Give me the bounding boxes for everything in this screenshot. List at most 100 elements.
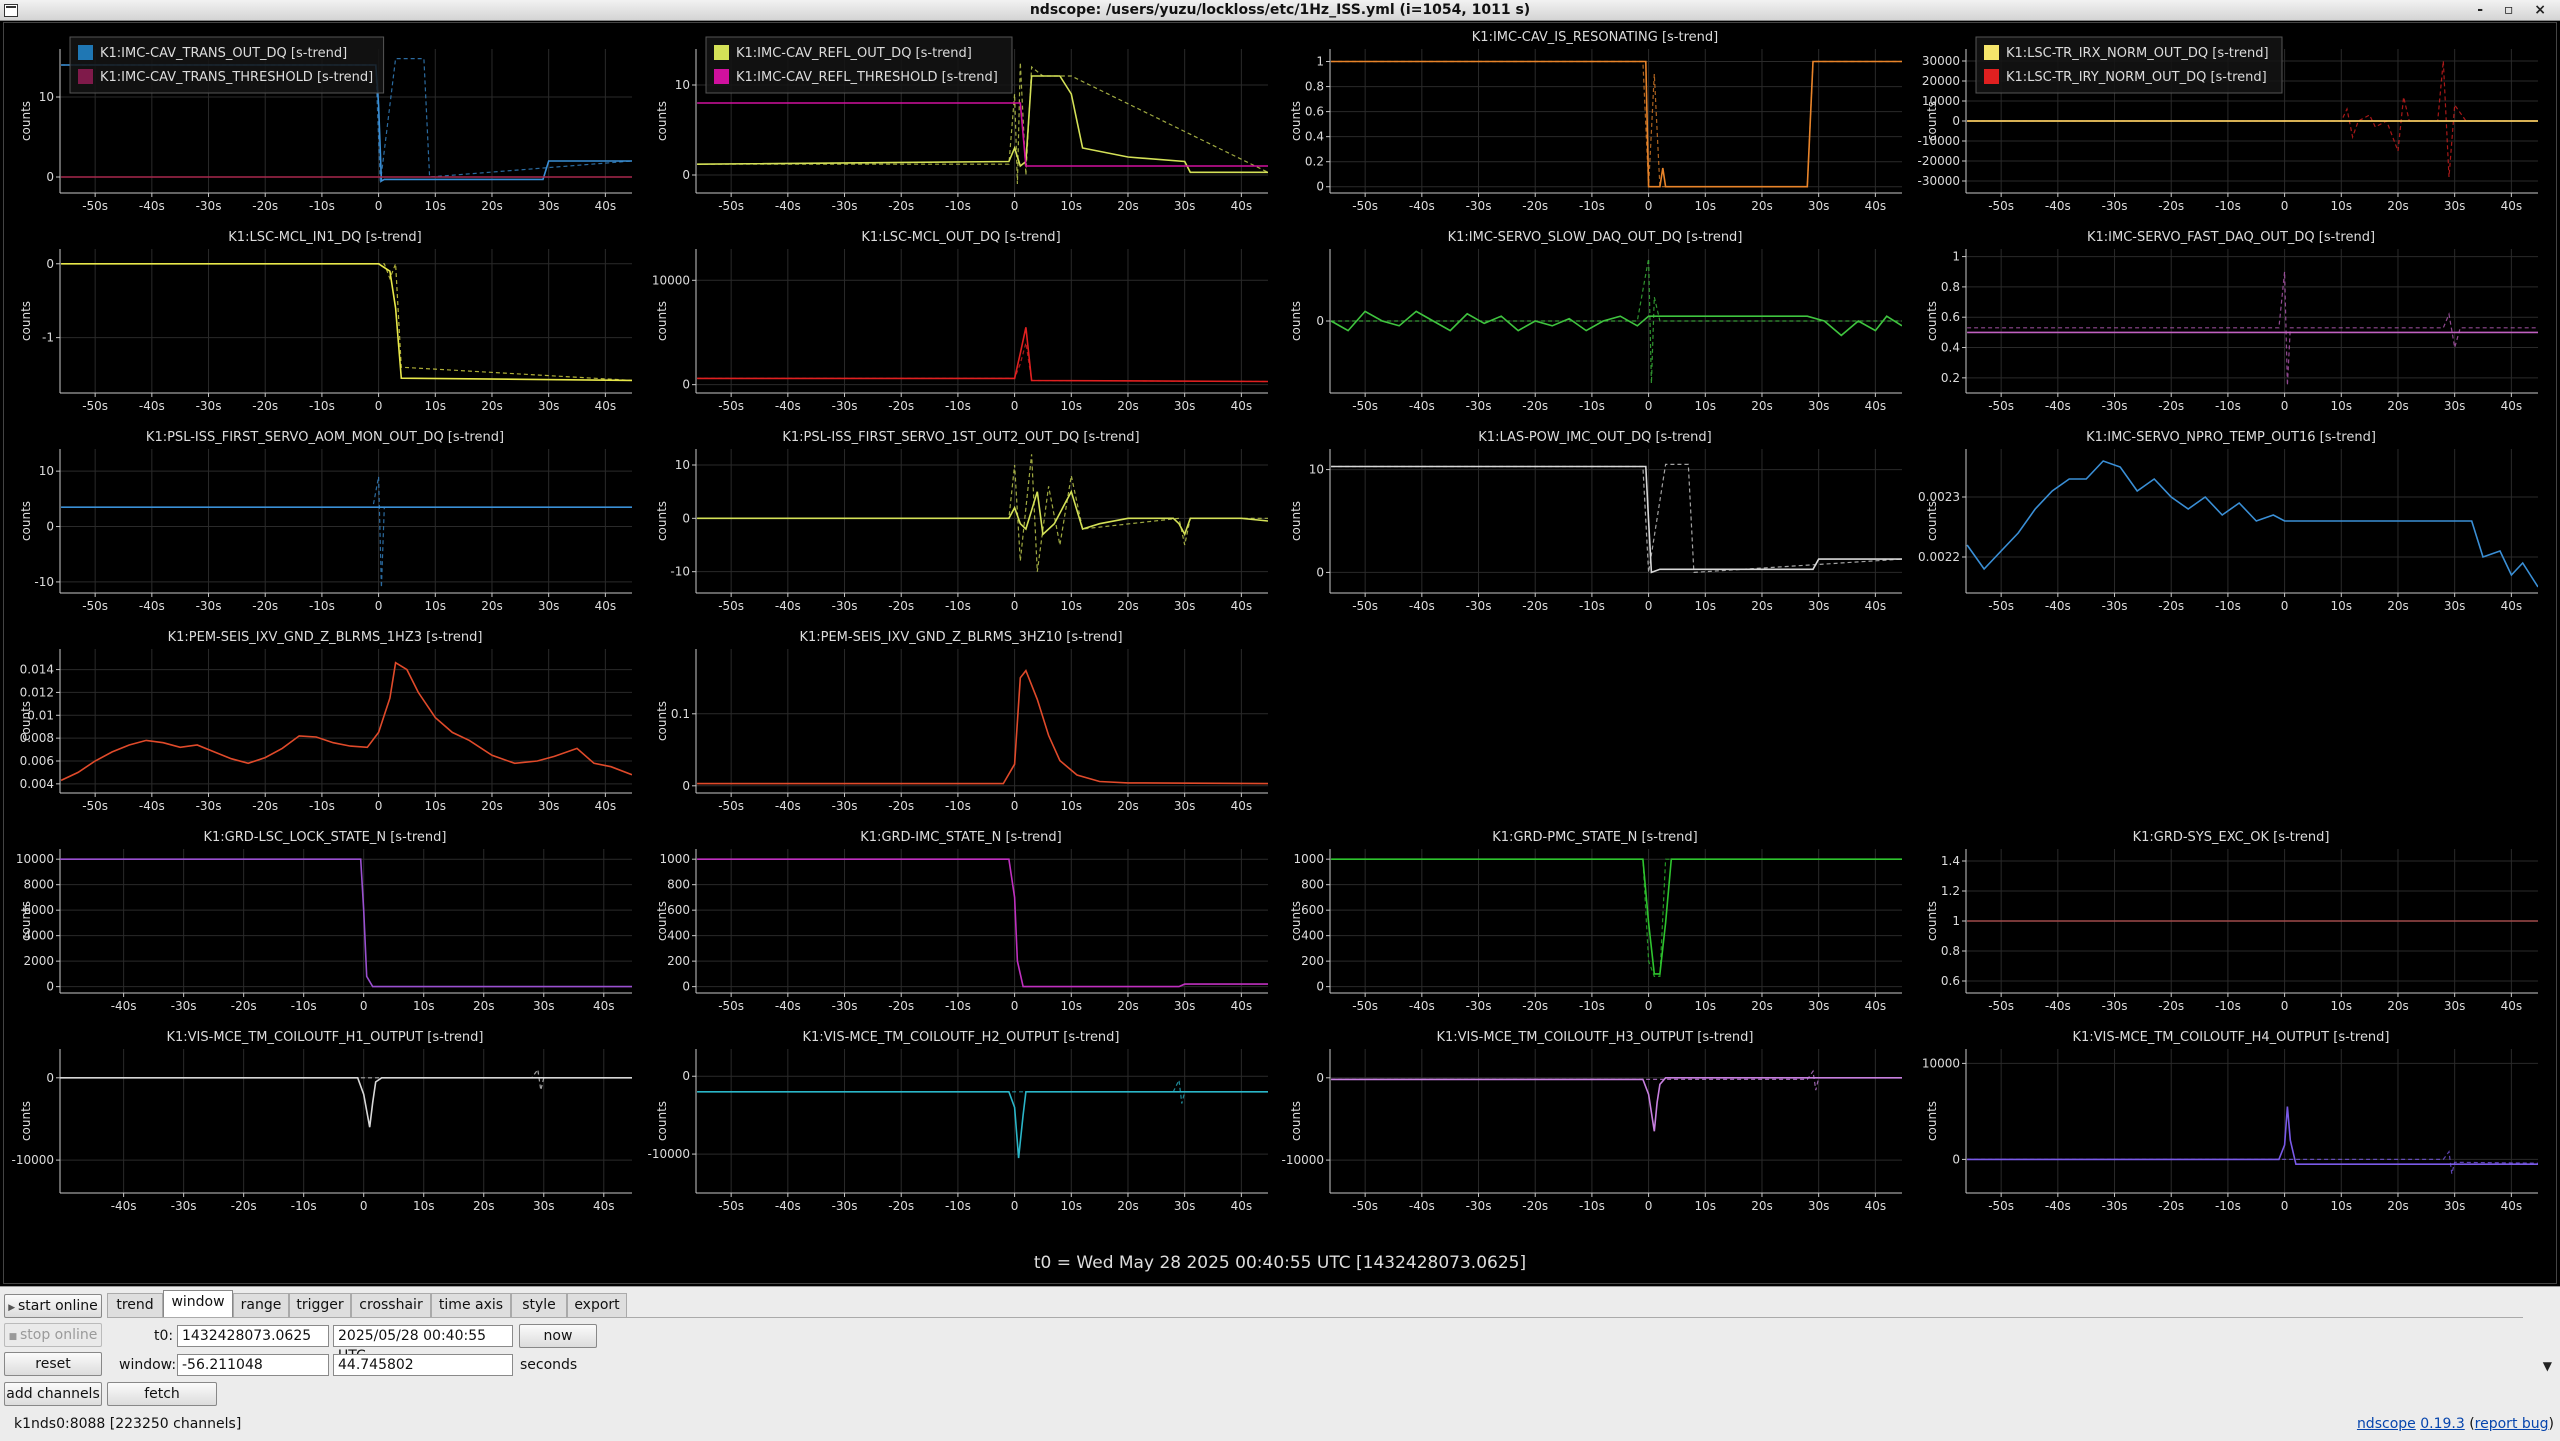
x-tick-label: -40s: [139, 199, 165, 213]
legend-swatch: [78, 45, 93, 60]
plot-panel[interactable]: K1:IMC-CAV_IS_RESONATING [s-trend] -50s -4…: [1289, 30, 1902, 213]
x-tick-label: -50s: [1988, 599, 2014, 613]
plot-panel[interactable]: K1:PSL-ISS_FIRST_SERVO_AOM_MON_OUT_DQ [s…: [19, 430, 632, 613]
series-line: [1966, 460, 2538, 588]
x-tick-label: -30s: [832, 599, 858, 613]
plot-panel[interactable]: K1:IMC-SERVO_SLOW_DAQ_OUT_DQ [s-trend] -5…: [1289, 230, 1902, 413]
plot-panel[interactable]: -50s -40s -30s -20s -10s 0 10s 20s 30s 40s 0 10 coun…: [19, 36, 632, 213]
tab-window[interactable]: window: [163, 1290, 233, 1318]
tab-trigger[interactable]: trigger: [289, 1293, 351, 1317]
y-tick-label: -10000: [1281, 1153, 1324, 1167]
series-minmax-line: [1967, 271, 2538, 386]
x-tick-label: -30s: [196, 399, 222, 413]
plot-panel[interactable]: -50s -40s -30s -20s -10s 0 10s 20s 30s 40s -30000 -…: [1917, 36, 2538, 213]
x-tick-label: 40s: [595, 599, 617, 613]
x-tick-label: 30s: [1174, 599, 1196, 613]
x-tick-label: -10s: [1579, 199, 1605, 213]
x-tick-label: -30s: [1466, 1199, 1492, 1213]
plot-panel[interactable]: K1:GRD-SYS_EXC_OK [s-trend] -50s -40s -30s -…: [1925, 830, 2538, 1013]
x-tick-label: -20s: [2158, 999, 2184, 1013]
plot-panel[interactable]: K1:GRD-PMC_STATE_N [s-trend] -50s -40s -30s…: [1289, 830, 1902, 1013]
x-tick-label: 30s: [538, 599, 560, 613]
plot-title: K1:VIS-MCE_TM_COILOUTF_H1_OUTPUT [s-tren…: [166, 1030, 483, 1045]
x-tick-label: 10s: [2331, 399, 2353, 413]
plot-area: -50s -40s -30s -20s -10s 0 10s 20s 30s 40s 0 10 coun…: [3, 22, 2557, 1284]
x-tick-label: -10s: [2215, 599, 2241, 613]
plot-panel[interactable]: K1:PSL-ISS_FIRST_SERVO_1ST_OUT2_OUT_DQ […: [655, 430, 1268, 613]
tab-crosshair[interactable]: crosshair: [351, 1293, 431, 1317]
tab-trend[interactable]: trend: [107, 1293, 163, 1317]
x-tick-label: 10s: [425, 599, 447, 613]
plot-panel[interactable]: K1:VIS-MCE_TM_COILOUTF_H3_OUTPUT [s-tren…: [1281, 1030, 1902, 1213]
x-tick-label: 10s: [1061, 999, 1083, 1013]
y-tick-label: 0: [1316, 1071, 1324, 1085]
app-link[interactable]: ndscope: [2357, 1416, 2416, 1432]
plot-panel[interactable]: K1:GRD-IMC_STATE_N [s-trend] -50s -40s -30s…: [655, 830, 1268, 1013]
x-tick-label: 10s: [1695, 1199, 1717, 1213]
x-tick-label: 0: [2281, 599, 2289, 613]
y-tick-label: 0: [682, 779, 690, 793]
plot-title: K1:GRD-IMC_STATE_N [s-trend]: [860, 830, 1061, 845]
window-end-input[interactable]: 44.745802: [333, 1354, 513, 1376]
report-bug-link[interactable]: report bug: [2475, 1416, 2549, 1432]
window-menu-icon[interactable]: [4, 4, 18, 17]
x-tick-label: -50s: [82, 399, 108, 413]
reset-button[interactable]: reset: [4, 1352, 102, 1376]
add-channels-button[interactable]: add channels: [4, 1382, 102, 1406]
version-link[interactable]: 0.19.3: [2420, 1416, 2465, 1432]
plot-panel[interactable]: -50s -40s -30s -20s -10s 0 10s 20s 30s 40s 0 10 coun…: [655, 36, 1268, 213]
plot-title: K1:IMC-CAV_IS_RESONATING [s-trend]: [1472, 30, 1718, 45]
y-tick-label: 1: [1316, 55, 1324, 69]
chevron-down-icon[interactable]: ▼: [2543, 1359, 2552, 1373]
series-minmax-line: [61, 476, 632, 588]
x-tick-label: -10s: [309, 799, 335, 813]
plot-panel[interactable]: K1:VIS-MCE_TM_COILOUTF_H1_OUTPUT [s-tren…: [11, 1030, 632, 1213]
x-tick-label: -40s: [1409, 599, 1435, 613]
x-tick-label: -10s: [2215, 199, 2241, 213]
window-start-input[interactable]: -56.211048: [177, 1354, 329, 1376]
x-tick-label: 40s: [595, 199, 617, 213]
x-tick-label: -40s: [775, 599, 801, 613]
plot-panel[interactable]: K1:GRD-LSC_LOCK_STATE_N [s-trend] -40s -30…: [16, 830, 632, 1013]
plot-panel[interactable]: K1:IMC-SERVO_NPRO_TEMP_OUT16 [s-trend] -5…: [1918, 430, 2538, 613]
y-axis-label: counts: [19, 301, 33, 341]
plot-panel[interactable]: K1:PEM-SEIS_IXV_GND_Z_BLRMS_1HZ3 [s-tren…: [19, 630, 632, 813]
start-online-button[interactable]: ▶ start online: [4, 1294, 102, 1318]
now-button[interactable]: now: [519, 1324, 597, 1348]
x-tick-label: -20s: [231, 999, 257, 1013]
x-tick-label: -40s: [111, 999, 137, 1013]
t0-gps-input[interactable]: 1432428073.0625: [177, 1325, 329, 1347]
legend-entry: K1:IMC-CAV_REFL_OUT_DQ [s-trend]: [736, 46, 972, 61]
stop-icon: ■: [8, 1332, 20, 1342]
y-tick-label: 30000: [1922, 54, 1960, 68]
y-tick-label: 10: [1309, 463, 1324, 477]
plot-panel[interactable]: K1:VIS-MCE_TM_COILOUTF_H4_OUTPUT [s-tren…: [1922, 1030, 2538, 1213]
fetch-button[interactable]: fetch: [107, 1382, 217, 1406]
plot-panel[interactable]: K1:LAS-POW_IMC_OUT_DQ [s-trend] -50s -40s -…: [1289, 430, 1902, 613]
x-tick-label: -10s: [309, 599, 335, 613]
server-status: k1nds0:8088 [223250 channels]: [14, 1416, 242, 1432]
tab-style[interactable]: style: [511, 1293, 567, 1317]
plot-panel[interactable]: K1:LSC-MCL_IN1_DQ [s-trend] -50s -40s -30s -…: [19, 230, 632, 413]
x-tick-label: 0: [1645, 599, 1653, 613]
y-tick-label: 0.012: [20, 685, 54, 699]
x-tick-label: 20s: [1117, 399, 1139, 413]
plot-panel[interactable]: K1:PEM-SEIS_IXV_GND_Z_BLRMS_3HZ10 [s-tre…: [655, 630, 1268, 813]
t0-utc-input[interactable]: 2025/05/28 00:40:55 UTC: [333, 1325, 513, 1364]
x-tick-label: -30s: [832, 199, 858, 213]
plot-title: K1:LSC-MCL_OUT_DQ [s-trend]: [861, 230, 1060, 245]
window-controls[interactable]: - ▫ ×: [2477, 0, 2554, 20]
y-tick-label: 0.6: [1941, 974, 1960, 988]
window-titlebar: ndscope: /users/yuzu/lockloss/etc/1Hz_IS…: [0, 0, 2560, 21]
tab-export[interactable]: export: [567, 1293, 627, 1317]
tab-time-axis[interactable]: time axis: [431, 1293, 511, 1317]
x-tick-label: 10s: [1695, 399, 1717, 413]
stop-online-button[interactable]: ■ stop online: [4, 1323, 102, 1347]
plot-panel[interactable]: K1:IMC-SERVO_FAST_DAQ_OUT_DQ [s-trend] -5…: [1925, 230, 2538, 413]
plot-panel[interactable]: K1:LSC-MCL_OUT_DQ [s-trend] -50s -40s -30s -…: [652, 230, 1268, 413]
y-tick-label: 0.006: [20, 754, 54, 768]
tab-range[interactable]: range: [233, 1293, 289, 1317]
x-tick-label: 10s: [2331, 199, 2353, 213]
plot-panel[interactable]: K1:VIS-MCE_TM_COILOUTF_H2_OUTPUT [s-tren…: [647, 1030, 1268, 1213]
t0-field-label: t0:: [154, 1328, 174, 1344]
